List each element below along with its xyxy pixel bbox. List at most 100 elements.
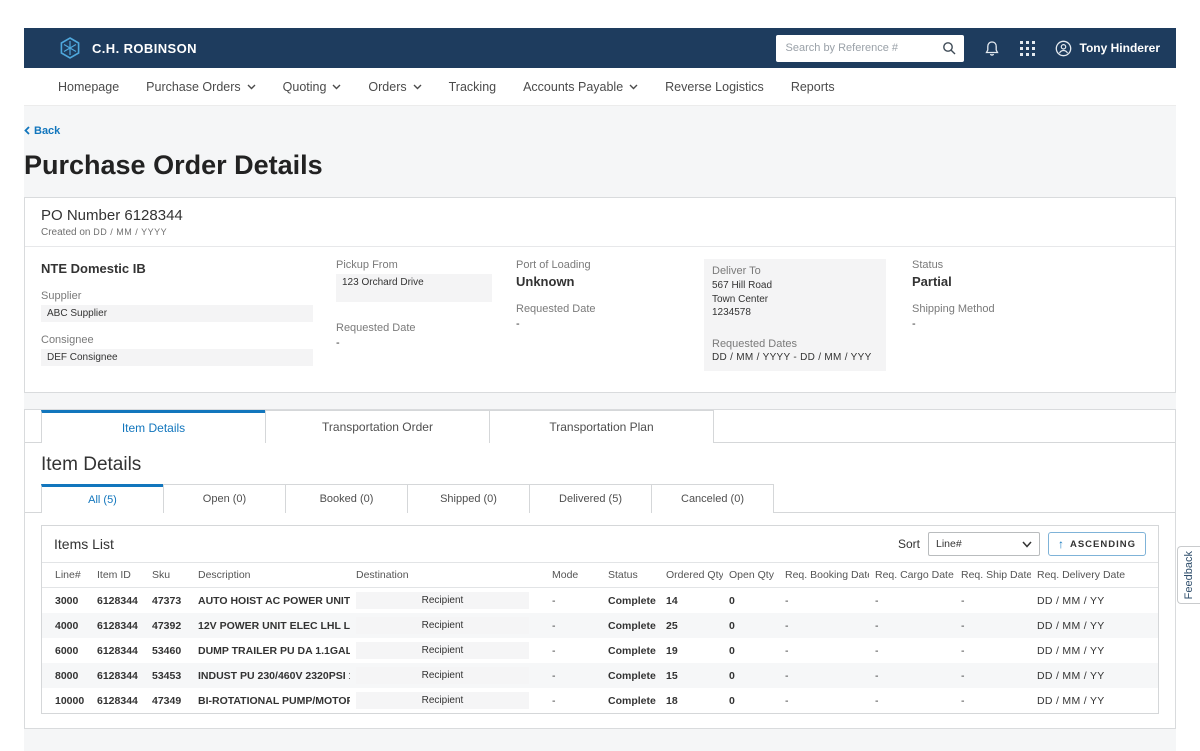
chevron-down-icon bbox=[629, 84, 638, 90]
chevron-down-icon bbox=[1022, 541, 1032, 548]
nav-item-purchase-orders[interactable]: Purchase Orders bbox=[146, 80, 255, 94]
back-link[interactable]: Back bbox=[24, 125, 60, 137]
nav-item-accounts-payable[interactable]: Accounts Payable bbox=[523, 80, 638, 94]
port-of-loading-label: Port of Loading bbox=[516, 259, 704, 271]
nav-item-homepage[interactable]: Homepage bbox=[58, 80, 119, 94]
subtab-all[interactable]: All (5) bbox=[41, 484, 164, 513]
cell-ordered-qty: 19 bbox=[660, 638, 723, 663]
subtab-booked[interactable]: Booked (0) bbox=[285, 484, 408, 513]
sort-select[interactable]: Line# bbox=[928, 532, 1040, 556]
subtab-shipped[interactable]: Shipped (0) bbox=[407, 484, 530, 513]
items-list-toolbar: Items List Sort Line# ↑ ASCENDING bbox=[42, 526, 1158, 562]
item-details-heading: Item Details bbox=[25, 443, 1175, 484]
search-input[interactable] bbox=[784, 41, 942, 55]
items-table: Line#Item IDSkuDescriptionDestinationMod… bbox=[42, 562, 1158, 713]
table-row: 400061283444739212V POWER UNIT ELEC LHL … bbox=[42, 613, 1158, 638]
column-header-req-delivery-date: Req. Delivery Date bbox=[1031, 563, 1158, 588]
tab-transportation-order[interactable]: Transportation Order bbox=[265, 410, 490, 443]
apps-grid-icon[interactable] bbox=[1020, 41, 1035, 56]
cell-req-booking-date: - bbox=[779, 663, 869, 688]
top-header-bar: C.H. ROBINSON bbox=[24, 28, 1176, 68]
notifications-bell-icon[interactable] bbox=[984, 40, 1000, 57]
column-header-open-qty: Open Qty bbox=[723, 563, 779, 588]
table-row: 3000612834447373AUTO HOIST AC POWER UNIT… bbox=[42, 588, 1158, 614]
cell-ordered-qty: 14 bbox=[660, 588, 723, 614]
column-header-description: Description bbox=[192, 563, 350, 588]
cell-item-id: 6128344 bbox=[91, 638, 146, 663]
requested-dates-label: Requested Dates bbox=[712, 338, 878, 350]
cell-destination: Recipient bbox=[350, 663, 546, 688]
nav-item-quoting[interactable]: Quoting bbox=[283, 80, 342, 94]
main-navigation: Homepage Purchase Orders Quoting Orders … bbox=[24, 68, 1176, 106]
tab-item-details[interactable]: Item Details bbox=[41, 410, 266, 443]
tab-transportation-plan[interactable]: Transportation Plan bbox=[489, 410, 714, 443]
po-summary-body: NTE Domestic IB Supplier ABC Supplier Co… bbox=[25, 247, 1175, 392]
table-row: 8000612834453453INDUST PU 230/460V 2320P… bbox=[42, 663, 1158, 688]
search-box[interactable] bbox=[776, 35, 964, 62]
cell-status: Complete bbox=[602, 613, 660, 638]
destination-value: Recipient bbox=[356, 642, 529, 659]
sort-select-value: Line# bbox=[936, 538, 962, 550]
cell-destination: Recipient bbox=[350, 688, 546, 713]
cell-sku: 47349 bbox=[146, 688, 192, 713]
column-header-req-cargo-date: Req. Cargo Date bbox=[869, 563, 955, 588]
cell-mode: - bbox=[546, 688, 602, 713]
cell-destination: Recipient bbox=[350, 588, 546, 614]
supplier-label: Supplier bbox=[41, 290, 336, 302]
chevron-down-icon bbox=[247, 84, 256, 90]
details-tabs: Item Details Transportation Order Transp… bbox=[25, 410, 1175, 443]
po-summary-card: PO Number 6128344 Created on DD / MM / Y… bbox=[24, 197, 1176, 393]
sort-direction-button[interactable]: ↑ ASCENDING bbox=[1048, 532, 1146, 556]
column-header-line-number: Line# bbox=[42, 563, 91, 588]
cell-description: INDUST PU 230/460V 2320PSI 15 bbox=[192, 663, 350, 688]
shipping-method-label: Shipping Method bbox=[912, 303, 1159, 315]
feedback-button[interactable]: Feedback bbox=[1177, 546, 1200, 604]
port-requested-date-value: - bbox=[516, 318, 704, 330]
brand-name: C.H. ROBINSON bbox=[92, 41, 197, 56]
items-list-panel: Items List Sort Line# ↑ ASCENDING bbox=[41, 525, 1159, 714]
search-icon[interactable] bbox=[942, 41, 956, 55]
nav-item-reverse-logistics[interactable]: Reverse Logistics bbox=[665, 80, 764, 94]
summary-port-column: Port of Loading Unknown Requested Date - bbox=[516, 259, 704, 378]
column-header-ordered-qty: Ordered Qty bbox=[660, 563, 723, 588]
cell-ordered-qty: 15 bbox=[660, 663, 723, 688]
arrow-up-icon: ↑ bbox=[1058, 537, 1065, 551]
cell-destination: Recipient bbox=[350, 613, 546, 638]
subtab-delivered[interactable]: Delivered (5) bbox=[529, 484, 652, 513]
nav-item-reports[interactable]: Reports bbox=[791, 80, 835, 94]
cell-line-number: 8000 bbox=[42, 663, 91, 688]
deliver-to-panel: Deliver To 567 Hill Road Town Center 123… bbox=[704, 259, 886, 371]
cell-status: Complete bbox=[602, 638, 660, 663]
cell-line-number: 6000 bbox=[42, 638, 91, 663]
person-icon bbox=[1055, 40, 1072, 57]
deliver-to-line: 567 Hill Road bbox=[712, 279, 878, 293]
cell-req-delivery-date: DD / MM / YY bbox=[1031, 638, 1158, 663]
cell-sku: 53460 bbox=[146, 638, 192, 663]
cell-req-cargo-date: - bbox=[869, 588, 955, 614]
cell-ordered-qty: 25 bbox=[660, 613, 723, 638]
cell-req-delivery-date: DD / MM / YY bbox=[1031, 613, 1158, 638]
pickup-requested-date-value: - bbox=[336, 337, 516, 349]
column-header-destination: Destination bbox=[350, 563, 546, 588]
nav-item-orders[interactable]: Orders bbox=[368, 80, 421, 94]
subtab-canceled[interactable]: Canceled (0) bbox=[651, 484, 774, 513]
cell-mode: - bbox=[546, 663, 602, 688]
port-requested-date-label: Requested Date bbox=[516, 303, 704, 315]
cell-open-qty: 0 bbox=[723, 638, 779, 663]
cell-req-delivery-date: DD / MM / YY bbox=[1031, 663, 1158, 688]
user-account-menu[interactable]: Tony Hinderer bbox=[1055, 40, 1160, 57]
cell-req-delivery-date: DD / MM / YY bbox=[1031, 588, 1158, 614]
po-number: PO Number 6128344 bbox=[41, 207, 1159, 224]
created-on-value: DD / MM / YYYY bbox=[93, 227, 167, 237]
nav-item-tracking[interactable]: Tracking bbox=[449, 80, 496, 94]
cell-sku: 53453 bbox=[146, 663, 192, 688]
brand-logo[interactable]: C.H. ROBINSON bbox=[58, 36, 197, 60]
items-list-title: Items List bbox=[54, 536, 114, 552]
cell-item-id: 6128344 bbox=[91, 613, 146, 638]
cell-description: AUTO HOIST AC POWER UNIT 230V bbox=[192, 588, 350, 614]
cell-req-cargo-date: - bbox=[869, 688, 955, 713]
subtab-open[interactable]: Open (0) bbox=[163, 484, 286, 513]
items-table-header-row: Line#Item IDSkuDescriptionDestinationMod… bbox=[42, 563, 1158, 588]
pickup-from-value: 123 Orchard Drive bbox=[336, 274, 492, 302]
status-value: Partial bbox=[912, 274, 1159, 289]
